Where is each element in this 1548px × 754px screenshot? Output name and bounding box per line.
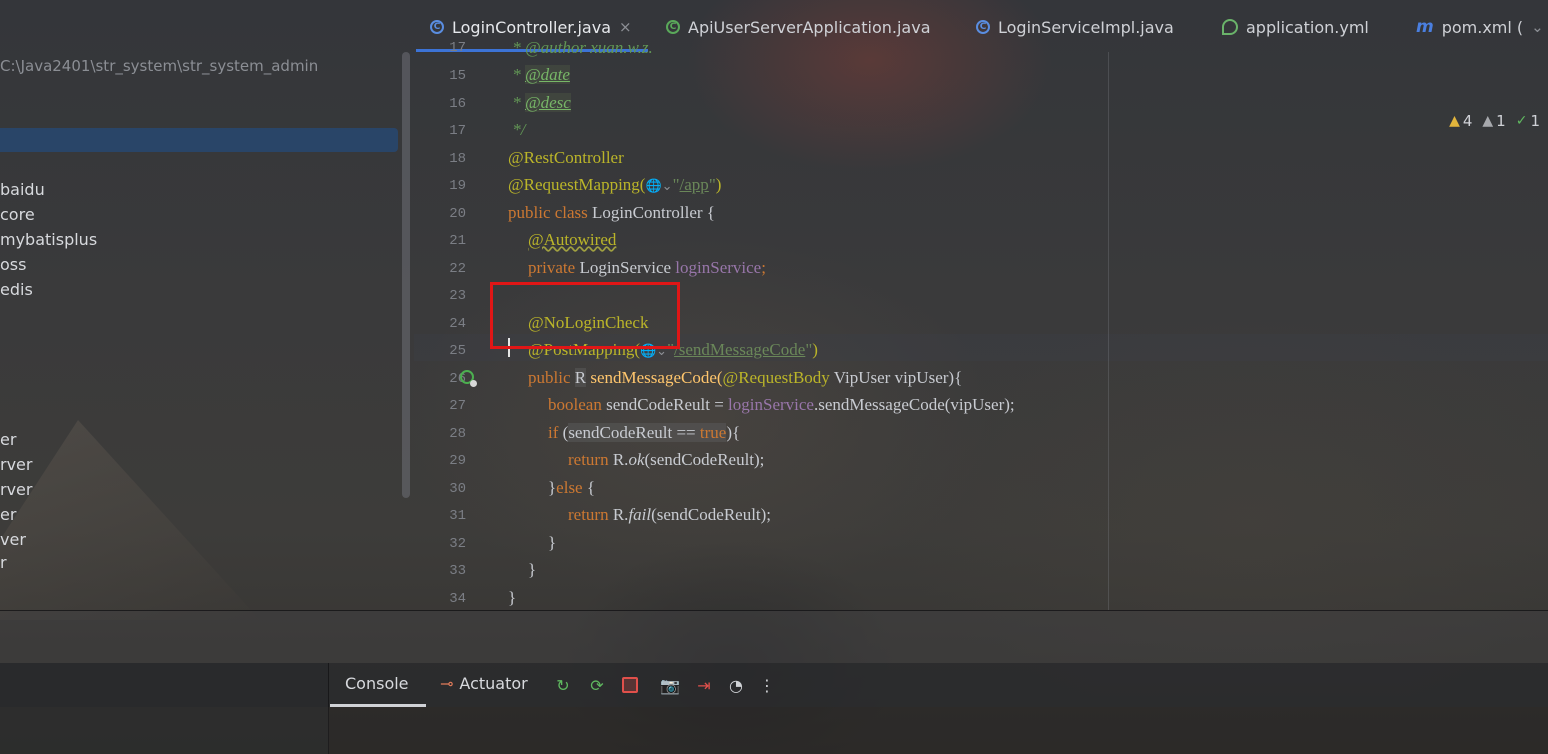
code-line: @RequestMapping(🌐⌄"/app") — [508, 175, 722, 194]
class-icon: C — [976, 20, 990, 34]
tree-item[interactable]: er — [0, 505, 16, 524]
tree-item[interactable]: r — [0, 553, 7, 572]
right-margin-guide — [1108, 52, 1109, 610]
exit-icon[interactable]: ⇥ — [694, 675, 714, 695]
code-line: }else { — [548, 478, 596, 497]
line-number: 22 — [449, 261, 466, 277]
code-line: return R.ok(sendCodeReult); — [568, 450, 765, 469]
tab-loginserviceimpl[interactable]: C LoginServiceImpl.java — [976, 8, 1174, 46]
code-line: @Autowired — [528, 230, 617, 249]
line-number: 31 — [449, 508, 466, 524]
ok-count[interactable]: ✓ 1 — [1516, 112, 1540, 130]
code-line: * @desc — [508, 93, 571, 112]
maven-icon: m — [1416, 17, 1434, 37]
line-number: 17 — [449, 40, 466, 56]
tab-actuator[interactable]: ⊸ Actuator — [440, 674, 528, 693]
line-number: 24 — [449, 316, 466, 332]
project-panel: C:\Java2401\str_system\str_system_admin … — [0, 0, 414, 610]
tree-item[interactable]: oss — [0, 255, 26, 274]
tree-item[interactable]: er — [0, 430, 16, 449]
tree-item[interactable]: core — [0, 205, 35, 224]
tab-pom-xml[interactable]: m pom.xml ( ⌄ — [1416, 8, 1544, 46]
gauge-icon[interactable]: ◔ — [726, 675, 746, 695]
tree-item[interactable]: mybatisplus — [0, 230, 97, 249]
rerun-icon[interactable]: ↻ — [553, 675, 573, 695]
line-number: 32 — [449, 536, 466, 552]
active-run-tab-indicator — [330, 704, 426, 707]
line-number: 21 — [449, 233, 466, 249]
line-number: 20 — [449, 206, 466, 222]
tab-apiuserserverapplication[interactable]: C ApiUserServerApplication.java — [666, 8, 931, 46]
line-number: 29 — [449, 453, 466, 469]
code-line: } — [548, 533, 557, 552]
tree-item[interactable]: rver — [0, 455, 32, 474]
project-selected-row[interactable] — [0, 128, 398, 152]
code-line: return R.fail(sendCodeReult); — [568, 505, 772, 524]
tab-label: application.yml — [1246, 17, 1369, 37]
project-scrollbar[interactable] — [402, 52, 410, 498]
line-number: 23 — [449, 288, 466, 304]
run-configurations-panel — [0, 663, 329, 754]
code-line: * @date — [508, 65, 570, 84]
line-number: 30 — [449, 481, 466, 497]
line-number: 33 — [449, 563, 466, 579]
project-root-path: C:\Java2401\str_system\str_system_admin — [0, 57, 319, 75]
line-number: 16 — [449, 96, 466, 112]
line-number: 28 — [449, 426, 466, 442]
weak-warning-triangle-icon: ▲ — [1482, 113, 1494, 129]
line-number: 27 — [449, 398, 466, 414]
warnings-count[interactable]: ▲ 4 — [1449, 112, 1472, 130]
more-options-icon[interactable]: ⋮ — [757, 675, 777, 695]
tab-application-yml[interactable]: application.yml — [1222, 8, 1369, 46]
annotation-highlight-box — [490, 282, 680, 349]
stop-icon[interactable] — [620, 675, 640, 695]
check-icon: ✓ — [1515, 113, 1528, 129]
tab-console-label: Console — [345, 674, 409, 693]
code-line: if (sendCodeReult == true){ — [548, 423, 741, 442]
tab-label: ApiUserServerApplication.java — [688, 17, 931, 37]
tree-item[interactable]: ver — [0, 530, 26, 549]
tab-label: LoginController.java — [452, 17, 612, 37]
globe-icon: 🌐⌄ — [645, 178, 673, 193]
line-number: 15 — [449, 68, 466, 84]
tree-item[interactable]: rver — [0, 480, 32, 499]
line-number: 19 — [449, 178, 466, 194]
weak-warnings-count[interactable]: ▲ 1 — [1482, 112, 1505, 130]
code-line: boolean sendCodeReult = loginService.sen… — [548, 395, 1015, 414]
spring-app-icon: C — [666, 20, 680, 34]
run-web-endpoint-icon[interactable] — [460, 370, 477, 387]
tab-actuator-label: Actuator — [459, 674, 528, 693]
rerun-debug-icon[interactable]: ⟳ — [587, 675, 607, 695]
tab-label: pom.xml ( — [1441, 17, 1524, 37]
tab-label: LoginServiceImpl.java — [998, 17, 1174, 37]
tab-console[interactable]: Console — [345, 674, 409, 693]
close-icon[interactable]: × — [619, 18, 632, 36]
line-number: 26 — [449, 371, 466, 387]
actuator-icon: ⊸ — [440, 674, 454, 693]
code-line: public R sendMessageCode(@RequestBody Vi… — [528, 368, 963, 387]
console-output-area[interactable] — [328, 707, 1548, 754]
code-line: */ — [508, 120, 526, 139]
yml-icon — [1222, 19, 1238, 35]
code-line: * @author xuan.w.z. — [508, 38, 653, 57]
class-icon: C — [430, 20, 444, 34]
line-number: 17 — [449, 123, 466, 139]
code-line: @RestController — [508, 148, 624, 167]
code-line: private LoginService loginService; — [528, 258, 766, 277]
code-line: public class LoginController { — [508, 203, 715, 222]
code-line: } — [528, 560, 537, 579]
line-number: 18 — [449, 151, 466, 167]
code-line: } — [508, 588, 517, 607]
tree-item[interactable]: edis — [0, 280, 33, 299]
tree-item[interactable]: baidu — [0, 180, 45, 199]
tab-overflow-chevron-icon[interactable]: ⌄ — [1531, 18, 1544, 36]
line-number: 25 — [449, 343, 466, 359]
empty-panel-strip — [0, 611, 1548, 663]
camera-icon[interactable]: 📷 — [660, 675, 680, 695]
warning-triangle-icon: ▲ — [1449, 113, 1460, 129]
inspection-widget[interactable]: ▲ 4 ▲ 1 ✓ 1 — [1449, 112, 1540, 130]
line-number: 34 — [449, 591, 466, 607]
